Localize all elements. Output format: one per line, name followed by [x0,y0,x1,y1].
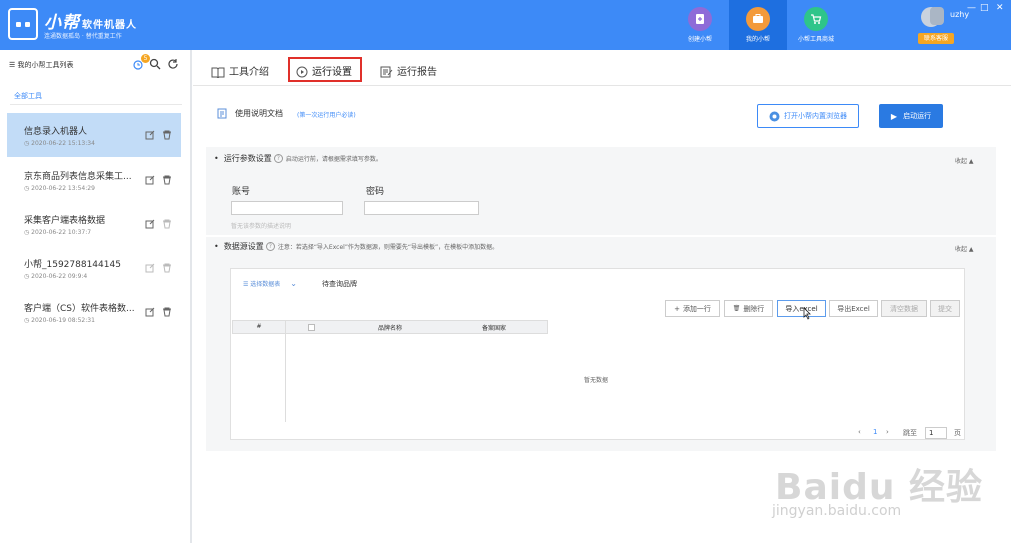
account-label: 账号 [232,187,251,197]
column-header-index: # [232,320,286,334]
trash-icon[interactable] [162,307,172,317]
column-header-brand: 品牌名称 [378,325,403,332]
tab-highlight-box [288,57,362,82]
edit-icon[interactable] [145,263,155,273]
nav-create-tool[interactable]: 创建小帮 [671,0,729,50]
close-icon[interactable]: ✕ [996,3,1004,13]
account-field[interactable] [231,201,343,215]
password-label: 密码 [366,187,385,197]
report-icon [380,66,393,78]
search-icon[interactable] [149,58,161,70]
tool-item[interactable]: 小帮_1592788144145 ◷ 2020-06-22 09:9:4 [7,246,181,290]
tool-name: 客户端（CS）软件表格数... [24,304,135,314]
collapse-run-params[interactable]: 收起 ▲ [955,156,974,165]
toolbox-icon [746,7,770,31]
table-header: 品牌名称 备案国家 [285,320,548,334]
start-run-button[interactable]: ▶ 启动运行 [879,104,943,128]
mouse-cursor-icon [803,307,811,320]
current-page[interactable]: 1 [873,428,877,436]
query-brand-tab[interactable]: 待查询品牌 [322,279,357,289]
open-browser-button[interactable]: 打开小帮内置浏览器 [757,104,859,128]
data-source-title[interactable]: • 数据源设置? 注意：若选择“导入Excel”作为数据源，则需要先“导出模板”，… [214,241,498,252]
logo-icon [8,8,38,40]
add-row-button[interactable]: + 添加一行 [665,300,720,317]
tool-name: 京东商品列表信息采集工... [24,172,132,182]
avatar-mask [930,7,944,25]
chrome-icon [769,111,780,121]
prev-page-button[interactable]: ‹ [858,428,861,436]
select-table-dropdown[interactable]: ☰ 选择数据表 ⌄ [243,279,297,288]
document-plus-icon [688,7,712,31]
edit-icon[interactable] [145,130,155,140]
top-bar: 小帮 软件机器人 连通数据孤岛 · 替代重复工作 创建小帮 我的小帮 小帮工具商城… [0,0,1011,50]
password-field[interactable] [364,201,479,215]
column-divider [285,320,286,422]
sidebar-header: ☰ 我的小帮工具列表 [9,61,74,69]
edit-icon[interactable] [145,175,155,185]
trash-icon[interactable] [162,175,172,185]
app-subtitle: 连通数据孤岛 · 替代重复工作 [44,33,122,40]
book-icon [211,67,225,79]
delete-row-button[interactable]: 🗑 删除行 [724,300,773,317]
tool-item[interactable]: 客户端（CS）软件表格数... ◷ 2020-06-19 08:52:31 [7,290,181,334]
run-params-title[interactable]: • 运行参数设置? 启动运行前，请根据需求填写参数。 [214,153,382,164]
tool-item[interactable]: 京东商品列表信息采集工... ◷ 2020-06-22 13:54:29 [7,158,181,202]
tab-tool-intro[interactable]: 工具介绍 [211,63,269,79]
edit-icon[interactable] [145,307,155,317]
submit-button[interactable]: 提交 [930,300,960,317]
chevron-down-icon: ⌄ [290,279,297,288]
select-all-checkbox[interactable] [308,324,315,331]
tab-run-report[interactable]: 运行报告 [380,63,437,78]
tool-name: 采集客户端表格数据 [24,216,106,226]
watermark-url: jingyan.baidu.com [772,503,902,519]
trash-icon[interactable] [162,219,172,229]
page-input[interactable]: 1 [925,427,947,439]
trash-icon[interactable] [162,263,172,273]
page-unit: 页 [954,429,961,437]
clear-data-button[interactable]: 清空数据 [881,300,927,317]
edit-icon[interactable] [145,219,155,229]
tool-date: ◷ 2020-06-22 09:9:4 [24,273,88,280]
filter-all-tools[interactable]: 全部工具 [14,91,42,101]
play-icon: ▶ [890,111,898,121]
contact-service-button[interactable]: 联系客服 [918,33,954,44]
nav-tool-store[interactable]: 小帮工具商城 [787,0,845,50]
goto-label: 跳至 [903,429,917,437]
divider [10,104,182,105]
tool-item[interactable]: 采集客户端表格数据 ◷ 2020-06-22 10:37:7 [7,202,181,246]
cart-icon [804,7,828,31]
nav-my-tools[interactable]: 我的小帮 [729,0,787,50]
refresh-icon[interactable] [167,58,179,70]
trash-icon[interactable] [162,130,172,140]
nav-label: 小帮工具商城 [797,36,834,43]
export-excel-button[interactable]: 导出Excel [829,300,878,317]
app-title: 小帮 软件机器人 [44,13,137,33]
column-header-country: 备案国家 [482,325,507,332]
minimize-icon[interactable]: — [967,3,976,13]
maximize-icon[interactable]: □ [980,3,989,13]
help-icon[interactable]: ? [273,154,283,163]
help-icon[interactable]: ? [265,242,275,251]
collapse-data-source[interactable]: 收起 ▲ [955,244,974,253]
doc-note: (第一次运行用户必读) [297,112,356,119]
nav-label: 创建小帮 [687,36,712,43]
empty-table-text: 暂无数据 [584,377,609,384]
tool-item[interactable]: 信息录入机器人 ◷ 2020-06-22 15:13:34 [7,113,181,157]
tool-date: ◷ 2020-06-22 15:13:34 [24,140,95,147]
next-page-button[interactable]: › [886,428,889,436]
field-hint: 暂无该参数的描述说明 [231,223,292,230]
nav-label: 我的小帮 [745,36,770,43]
document-icon [217,108,227,119]
tool-date: ◷ 2020-06-22 10:37:7 [24,229,92,236]
tool-name: 信息录入机器人 [24,127,88,137]
tool-date: ◷ 2020-06-19 08:52:31 [24,317,95,324]
tool-date: ◷ 2020-06-22 13:54:29 [24,185,95,192]
tool-name: 小帮_1592788144145 [24,260,121,270]
doc-link[interactable]: 使用说明文档 [217,108,283,119]
